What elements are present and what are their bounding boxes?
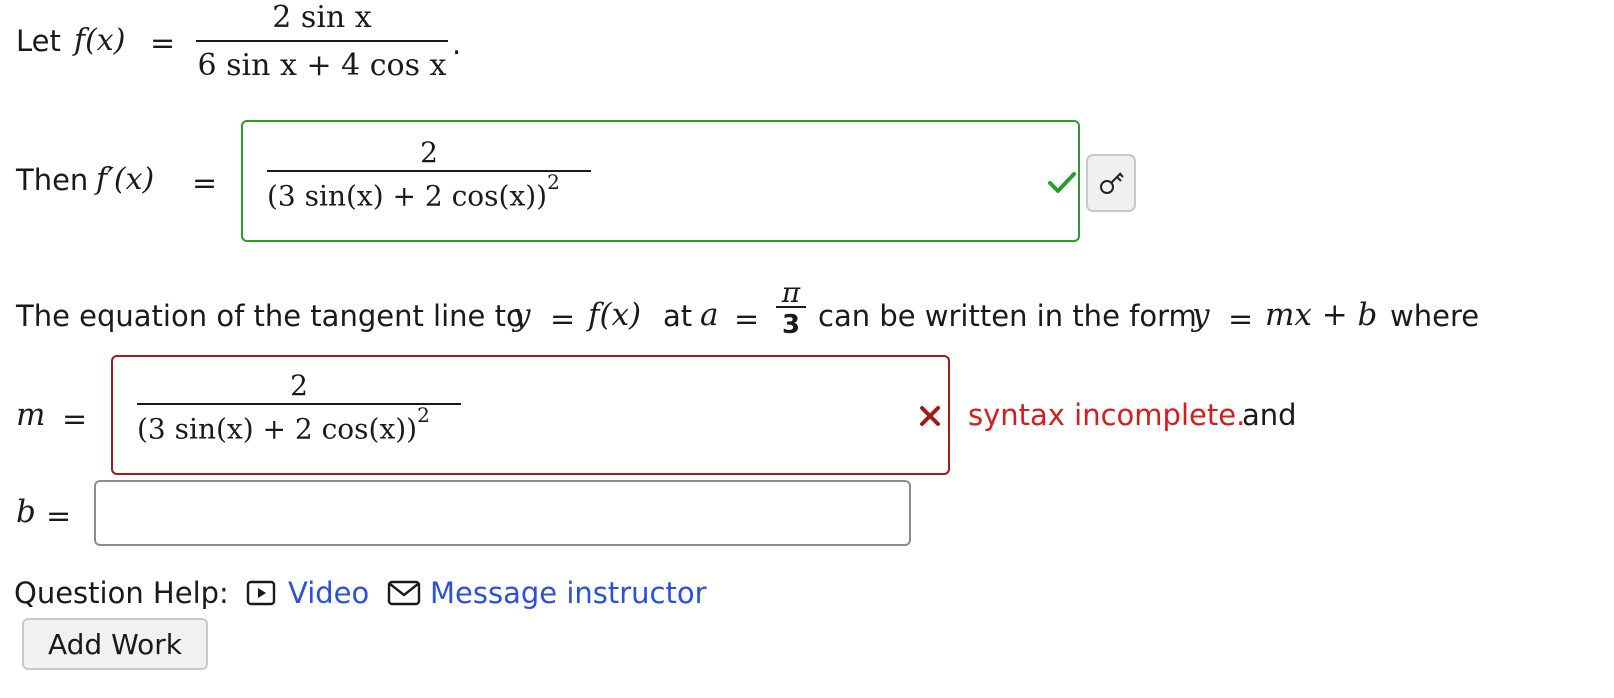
y-var: y [513, 297, 531, 333]
tangent-text-1: The equation of the tangent line to [16, 299, 524, 333]
derivative-answer-field[interactable]: 2 (3 sin(x) + 2 cos(x))2 [241, 120, 1080, 242]
slope-answer-field[interactable]: 2 (3 sin(x) + 2 cos(x))2 [111, 355, 950, 475]
fraction-numerator: 2 sin x [272, 0, 372, 35]
slope-fraction: 2 (3 sin(x) + 2 cos(x))2 [137, 369, 461, 445]
add-work-button[interactable]: Add Work [22, 618, 208, 670]
equals-sign: = [62, 402, 88, 437]
equals-sign: = [734, 302, 760, 337]
m-label: m [16, 397, 46, 433]
video-link-label: Video [288, 575, 370, 610]
video-link[interactable]: Video [245, 578, 369, 608]
tangent-text-2: can be written in the form [818, 299, 1197, 333]
f-prime-of-x: f′(x) [96, 162, 155, 197]
definition-fraction: 2 sin x 6 sin x + 4 cos x [196, 0, 448, 83]
f-of-x: f(x) [74, 23, 126, 58]
three-digit: 3 [781, 310, 801, 340]
f-of-x: f(x) [588, 297, 642, 333]
slope-denominator: (3 sin(x) + 2 cos(x)) [137, 412, 418, 446]
checkmark-icon [1048, 172, 1076, 193]
form-y-var: y [1192, 297, 1210, 333]
and-label: and [1242, 398, 1297, 432]
equals-sign: = [192, 166, 218, 201]
slope-exponent: 2 [417, 403, 430, 427]
b-label: b [16, 494, 36, 530]
equals-sign: = [46, 499, 72, 534]
answer-exponent: 2 [547, 170, 560, 194]
video-icon [246, 580, 276, 606]
syntax-error-message: syntax incomplete. [968, 398, 1246, 432]
period: . [452, 27, 462, 61]
fraction-denominator: 6 sin x + 4 cos x [197, 48, 447, 83]
error-x-icon [920, 406, 940, 426]
question-help-label: Question Help: [14, 576, 229, 610]
at-label: at [663, 299, 693, 333]
equals-sign: = [150, 26, 176, 61]
answer-numerator: 2 [420, 136, 438, 169]
mail-icon [387, 580, 421, 606]
slope-fraction-bar [137, 403, 461, 405]
pi-symbol: π [781, 276, 801, 309]
then-label: Then [16, 163, 89, 197]
answer-fraction-bar [267, 170, 591, 172]
fraction-bar [196, 40, 448, 42]
equals-sign: = [550, 302, 576, 337]
answer-fraction: 2 (3 sin(x) + 2 cos(x))2 [267, 136, 591, 212]
a-var: a [700, 297, 719, 333]
message-instructor-link[interactable]: Message instructor [386, 578, 707, 608]
pi-over-three: π 3 [776, 276, 806, 340]
let-label: Let [16, 24, 61, 58]
key-button[interactable] [1086, 154, 1136, 212]
where-label: where [1390, 299, 1480, 333]
message-instructor-label: Message instructor [430, 575, 707, 610]
slope-numerator: 2 [290, 369, 308, 402]
equals-sign: = [1228, 302, 1254, 337]
intercept-answer-field[interactable] [94, 480, 911, 546]
form-rhs: mx + b [1265, 297, 1378, 333]
answer-denominator: (3 sin(x) + 2 cos(x)) [267, 179, 548, 213]
key-icon [1100, 172, 1124, 194]
